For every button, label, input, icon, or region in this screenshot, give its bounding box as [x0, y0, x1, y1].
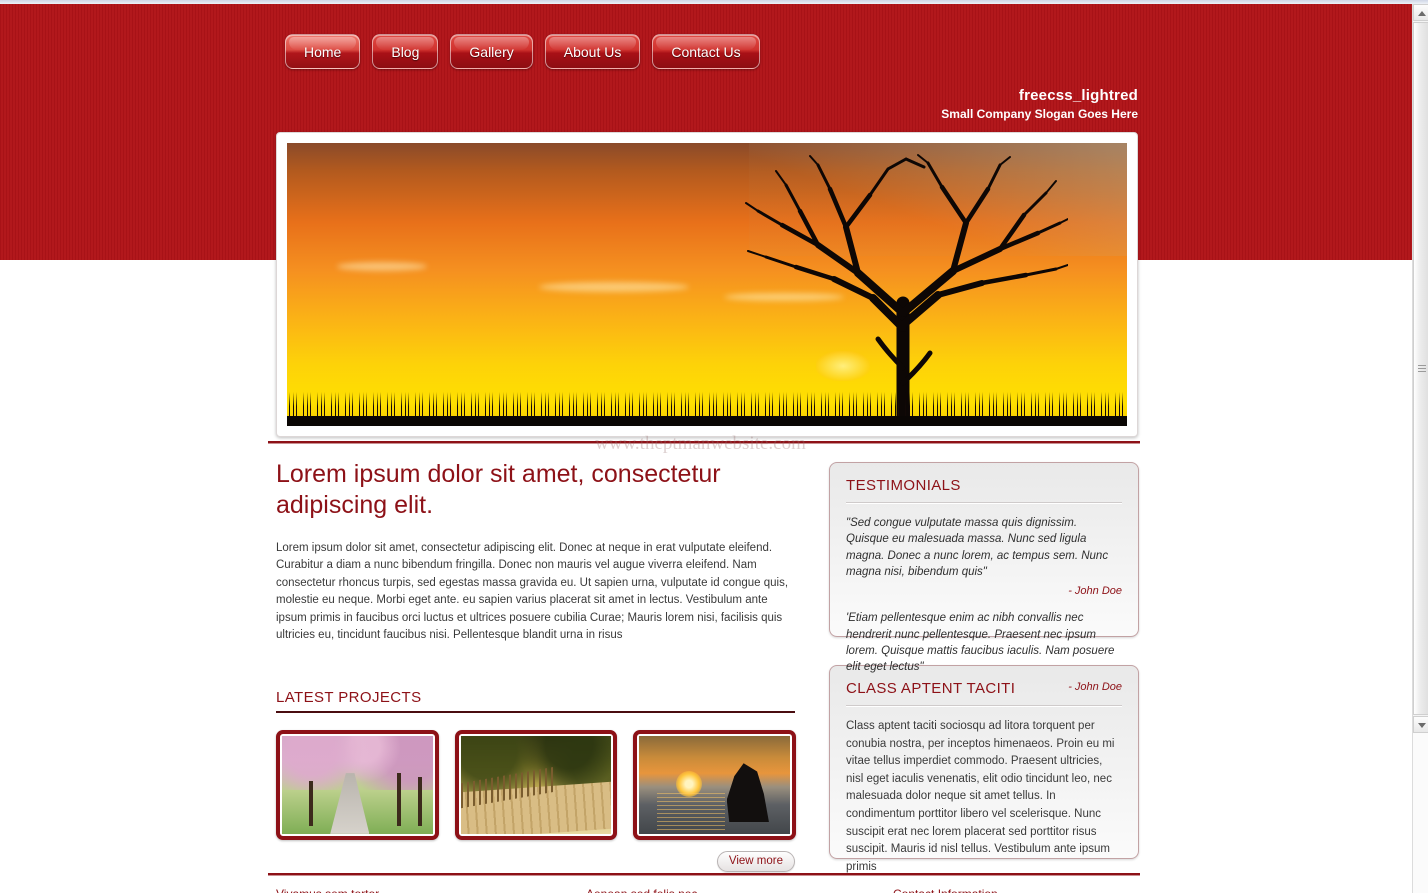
page-viewport: Home Blog Gallery About Us Contact Us fr… [0, 4, 1412, 893]
project-thumbnail[interactable] [276, 729, 439, 840]
nav-item-label: Blog [391, 44, 420, 60]
intro-paragraph: Lorem ipsum dolor sit amet, consectetur … [276, 542, 789, 642]
scroll-down-arrow-icon[interactable] [1413, 716, 1428, 733]
cloud [539, 281, 689, 292]
testimonial-author: - John Doe [1068, 585, 1122, 598]
class-aptent-taciti-rule [846, 705, 1122, 707]
scrollbar-track[interactable] [1413, 733, 1428, 893]
nav-item-blog[interactable]: Blog [372, 34, 439, 69]
site-branding: freecss_lightred Small Company Slogan Go… [941, 87, 1138, 121]
grass-silhouette [287, 392, 1127, 418]
nav-item-label: Gallery [469, 44, 514, 60]
nav-item-contact-us[interactable]: Contact Us [652, 34, 760, 69]
testimonials-rule [846, 502, 1122, 504]
tree-trunk [417, 776, 422, 826]
testimonials-title: TESTIMONIALS [846, 477, 961, 494]
scrollbar-grip-icon [1418, 364, 1426, 373]
main-column: Lorem ipsum dolor sit amet, consectetur … [276, 459, 797, 872]
vertical-scrollbar[interactable] [1412, 4, 1428, 893]
nav-item-label: About Us [563, 44, 622, 60]
testimonials-box: TESTIMONIALS "Sed congue vulputate massa… [829, 462, 1139, 693]
water-reflection [657, 790, 726, 830]
cloud [337, 261, 428, 271]
project-thumbnail[interactable] [633, 729, 797, 840]
nav-item-gallery[interactable]: Gallery [450, 34, 533, 69]
content-top-divider [268, 441, 1140, 444]
page-title: Lorem ipsum dolor sit amet, consectetur … [276, 460, 721, 519]
scroll-up-arrow-icon[interactable] [1413, 4, 1428, 21]
blossom-canopy [282, 735, 433, 790]
nav-item-label: Contact Us [671, 44, 741, 60]
tree-silhouette-icon [745, 154, 1069, 418]
sea-rock [726, 763, 769, 823]
hero-banner [276, 132, 1138, 437]
nav-item-label: Home [304, 44, 342, 60]
nav-item-about-us[interactable]: About Us [544, 34, 641, 69]
hero-banner-image [287, 143, 1127, 426]
ground-silhouette [287, 416, 1127, 426]
latest-projects-rule [276, 710, 795, 713]
view-more-button[interactable]: View more [716, 850, 795, 872]
main-navigation: Home Blog Gallery About Us Contact Us [285, 34, 760, 69]
testimonial-quote: "Sed congue vulputate massa quis digniss… [846, 517, 1109, 578]
scrollbar-thumb[interactable] [1413, 22, 1428, 715]
nav-item-home[interactable]: Home [285, 34, 361, 69]
class-aptent-taciti-text: Class aptent taciti sociosqu ad litora t… [846, 720, 1115, 873]
site-slogan: Small Company Slogan Goes Here [941, 107, 1138, 121]
site-title: freecss_lightred [1018, 87, 1138, 104]
tree-trunk [396, 773, 401, 826]
projects-gallery [276, 729, 797, 840]
tree-trunk [309, 780, 314, 826]
latest-projects-heading: LATEST PROJECTS [276, 688, 422, 706]
footer-heading-vivamus: Vivamus sem tortor [276, 887, 379, 893]
view-more-row: View more [276, 850, 795, 872]
footer-heading-contact-information: Contact Information [893, 887, 998, 893]
footer-heading-aenean: Aenean sed felis nec [586, 887, 697, 893]
project-thumbnail[interactable] [454, 729, 618, 840]
class-aptent-taciti-box: CLASS APTENT TACITI Class aptent taciti … [829, 665, 1139, 873]
sidebar: TESTIMONIALS "Sed congue vulputate massa… [829, 462, 1139, 873]
footer-divider [268, 873, 1140, 876]
